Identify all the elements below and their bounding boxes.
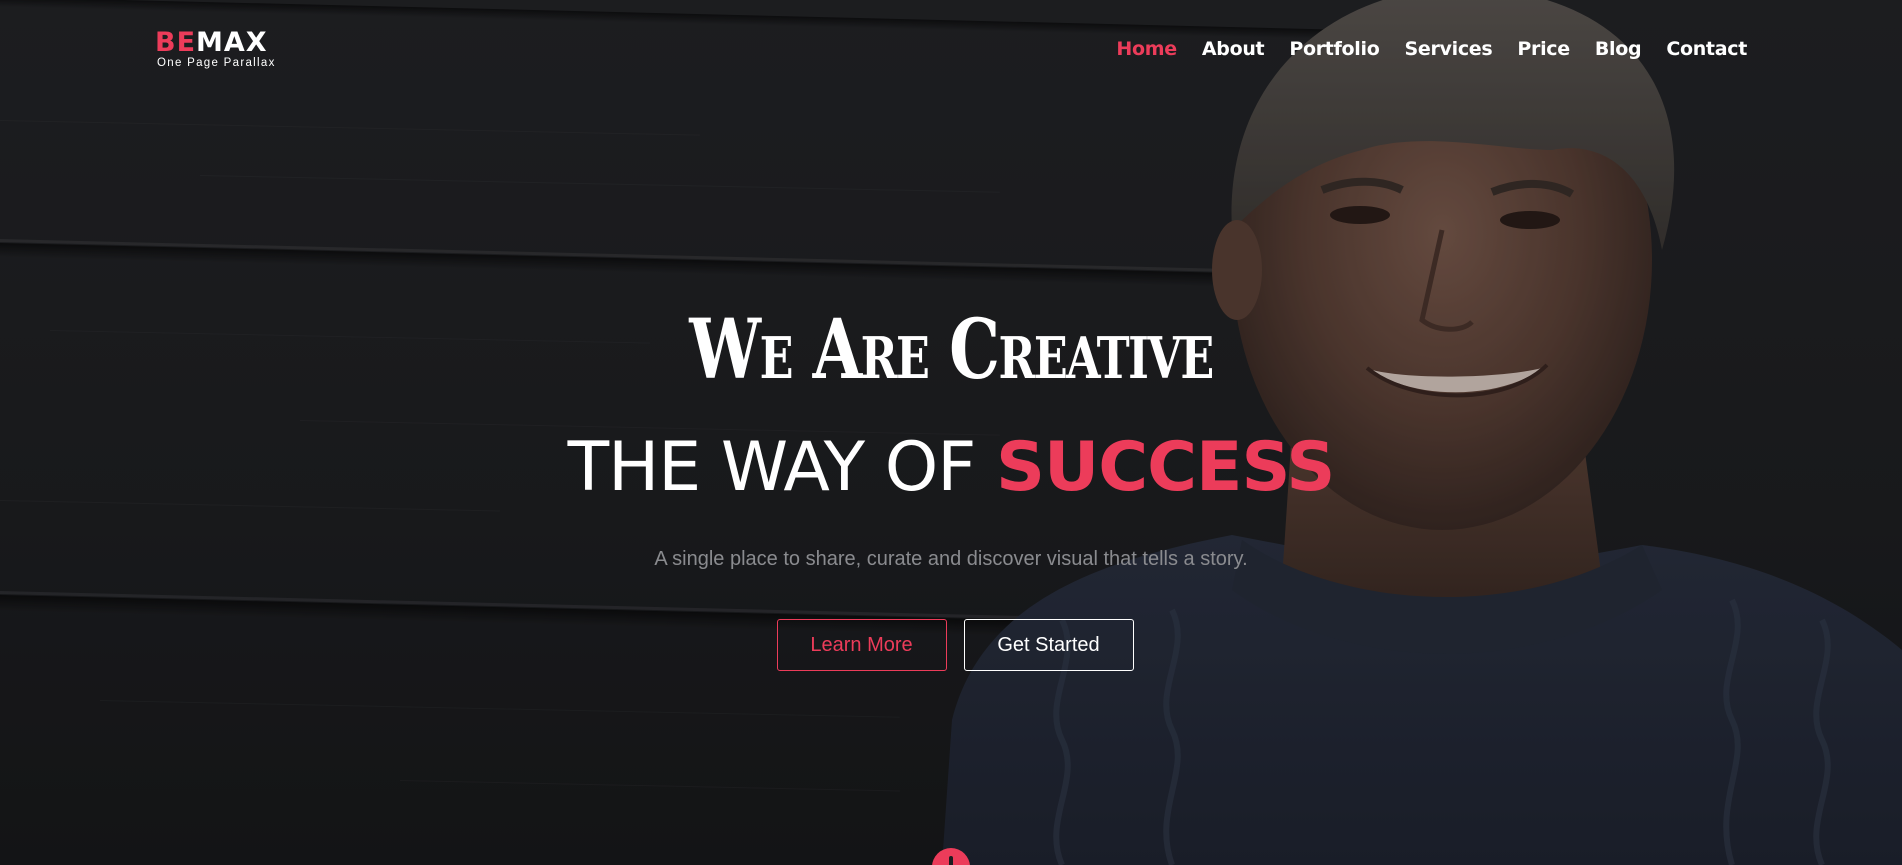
logo[interactable]: BEMAX One Page Parallax xyxy=(155,28,295,70)
learn-more-button[interactable]: Learn More xyxy=(776,619,947,671)
logo-accent-text: BE xyxy=(155,27,197,58)
site-header: BEMAX One Page Parallax Home About Portf… xyxy=(0,0,1902,100)
hero-headline: THE WAY OF SUCCESS xyxy=(0,428,1902,508)
nav-item-services[interactable]: Services xyxy=(1404,38,1492,60)
nav-item-portfolio[interactable]: Portfolio xyxy=(1289,38,1379,60)
headline-prefix: THE WAY OF xyxy=(567,428,997,507)
hero-content: We Are Creative THE WAY OF SUCCESS A sin… xyxy=(0,300,1902,671)
nav-item-contact[interactable]: Contact xyxy=(1666,38,1747,60)
headline-accent: SUCCESS xyxy=(996,428,1335,507)
logo-wordmark: BEMAX xyxy=(155,28,295,58)
hero-section: BEMAX One Page Parallax Home About Portf… xyxy=(0,0,1902,865)
logo-main-text: MAX xyxy=(196,27,268,58)
nav-item-home[interactable]: Home xyxy=(1116,38,1177,60)
main-nav: Home About Portfolio Services Price Blog… xyxy=(1091,38,1747,60)
hero-buttons: Learn More Get Started xyxy=(0,619,1902,671)
nav-item-price[interactable]: Price xyxy=(1517,38,1570,60)
hero-script-title: We Are Creative xyxy=(689,302,1214,398)
hero-subtitle: A single place to share, curate and disc… xyxy=(654,548,1248,570)
get-started-button[interactable]: Get Started xyxy=(963,619,1134,671)
nav-item-blog[interactable]: Blog xyxy=(1595,38,1642,60)
nav-item-about[interactable]: About xyxy=(1202,38,1265,60)
logo-tagline: One Page Parallax xyxy=(157,57,276,69)
